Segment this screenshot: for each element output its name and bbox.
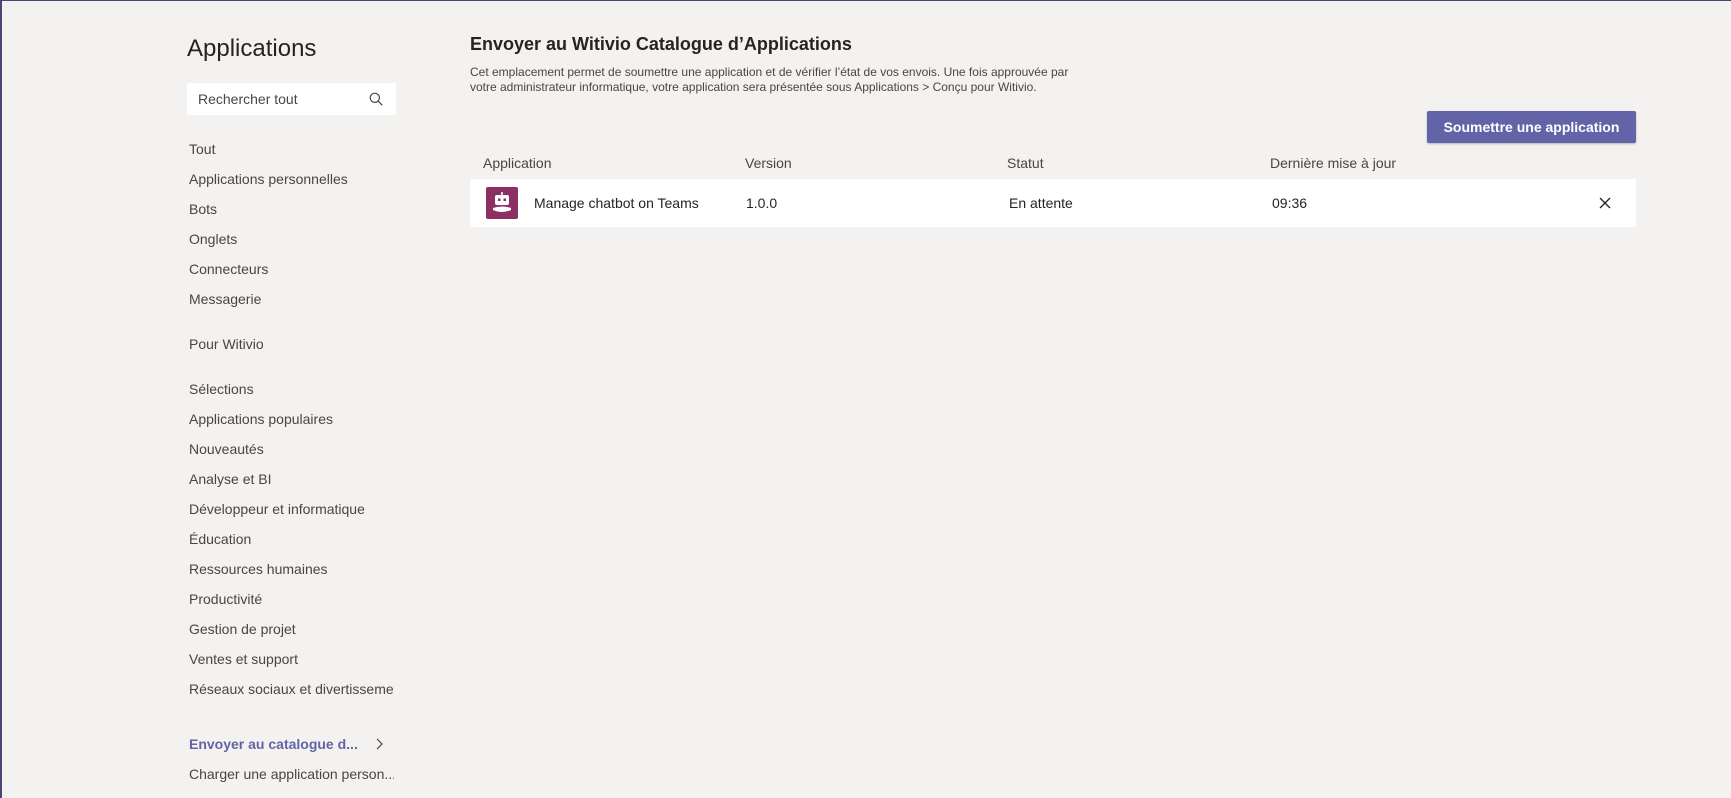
nav-item-project-management[interactable]: Gestion de projet [189,619,394,639]
app-status: En attente [1009,195,1073,211]
nav-item-upload-custom[interactable]: Charger une application person... [189,764,394,784]
nav-item-personal-apps[interactable]: Applications personnelles [189,169,394,189]
app-version: 1.0.0 [746,195,778,211]
nav-item-hr[interactable]: Ressources humaines [189,559,394,579]
nav-item-connectors[interactable]: Connecteurs [189,259,394,279]
nav-item-messaging[interactable]: Messagerie [189,289,394,309]
column-header-version: Version [745,155,792,171]
bot-icon [493,192,511,212]
nav-item-submit-catalog[interactable]: Envoyer au catalogue d... [189,734,394,754]
nav-item-popular[interactable]: Applications populaires [189,409,394,429]
section-title: Envoyer au Witivio Catalogue d’Applicati… [470,34,852,54]
app-name[interactable]: Manage chatbot on Teams [534,193,699,213]
nav-item-education[interactable]: Éducation [189,529,394,549]
search-input[interactable] [198,83,358,115]
nav-item-tabs[interactable]: Onglets [189,229,394,249]
column-header-status: Statut [1007,155,1044,171]
close-icon[interactable] [1598,196,1612,210]
page-title: Applications [187,35,317,62]
nav-item-productivity[interactable]: Productivité [189,589,394,609]
search-icon[interactable] [369,92,383,106]
nav-item-selections[interactable]: Sélections [189,379,394,399]
section-description: Cet emplacement permet de soumettre une … [470,65,1069,94]
nav-item-sales-support[interactable]: Ventes et support [189,649,394,669]
column-header-updated: Dernière mise à jour [1270,155,1397,171]
search-box[interactable] [187,83,396,115]
nav-item-analytics-bi[interactable]: Analyse et BI [189,469,394,489]
chevron-right-icon[interactable] [374,737,384,751]
nav-item-developer-it[interactable]: Développeur et informatique [189,499,394,519]
submit-app-button[interactable]: Soumettre une application [1427,111,1636,143]
app-icon [486,187,518,219]
nav-item-for-witivio[interactable]: Pour Witivio [189,334,394,354]
nav-item-social-fun[interactable]: Réseaux sociaux et divertissement [189,679,394,699]
nav-item-tout[interactable]: Tout [189,139,394,159]
nav-item-bots[interactable]: Bots [189,199,394,219]
table-row[interactable]: Manage chatbot on Teams 1.0.0 En attente… [470,179,1636,227]
nav-item-new[interactable]: Nouveautés [189,439,394,459]
app-updated-time: 09:36 [1272,195,1308,211]
column-header-application: Application [483,155,552,171]
